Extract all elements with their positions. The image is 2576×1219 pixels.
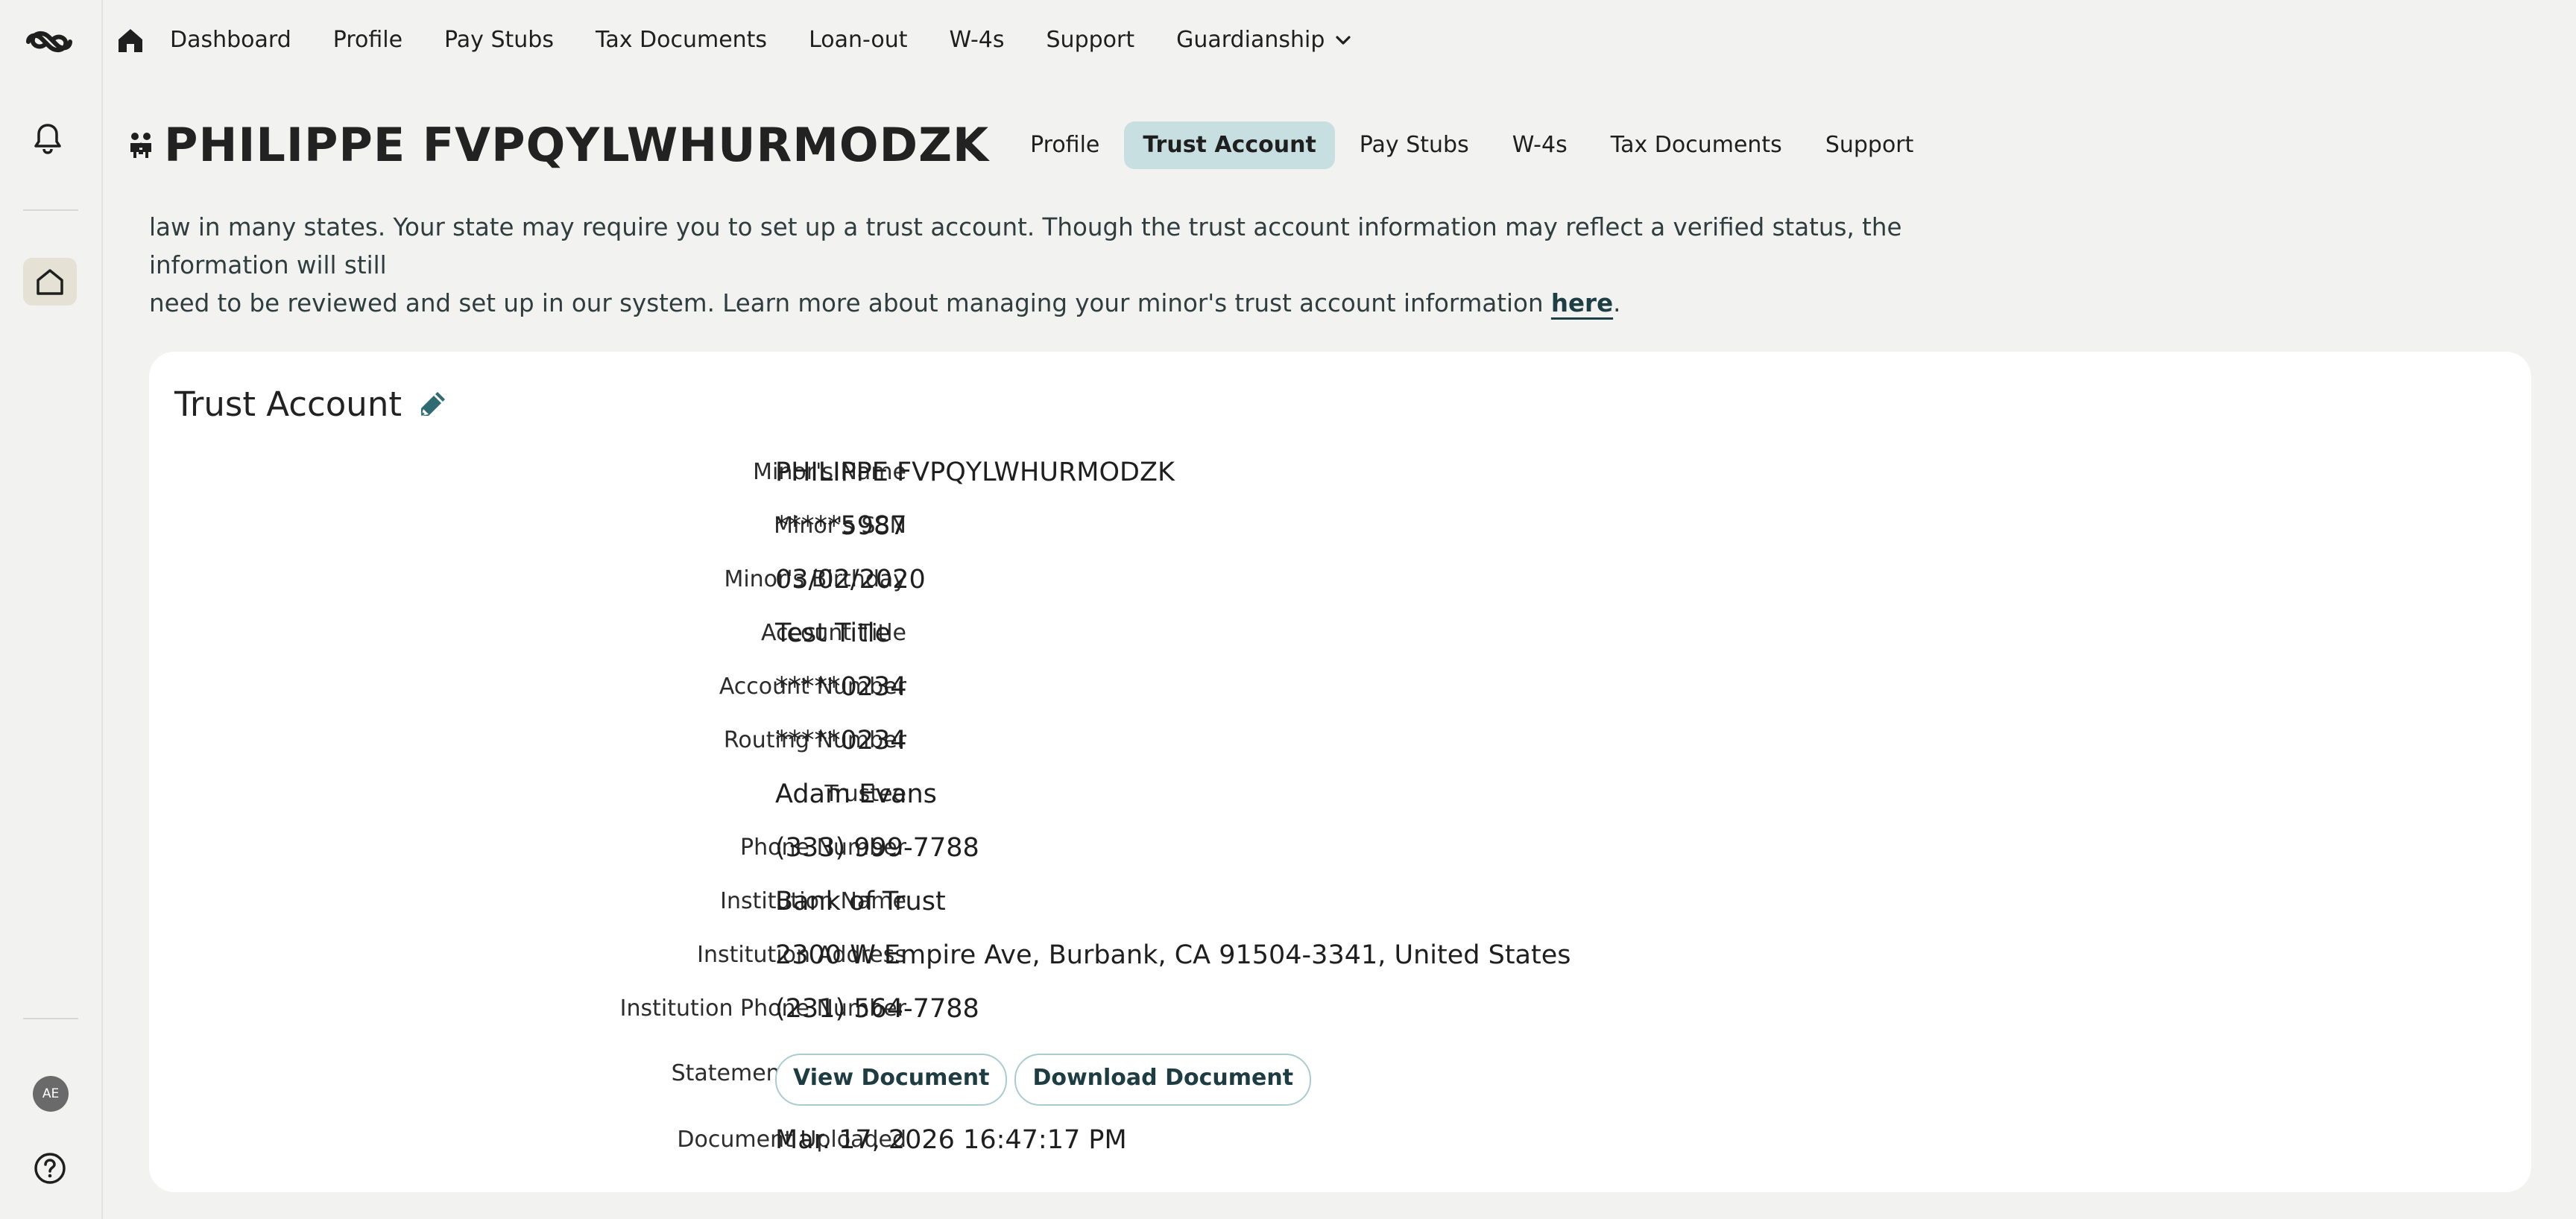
field-value: Mar. 17, 2026 16:47:17 PM bbox=[775, 1125, 1127, 1155]
field-trustee: Trustee Adam Evans bbox=[149, 772, 2531, 817]
chevron-down-icon bbox=[1336, 36, 1351, 45]
side-rail: AE bbox=[0, 0, 103, 1219]
download-document-button[interactable]: Download Document bbox=[1014, 1054, 1312, 1106]
learn-more-link[interactable]: here bbox=[1551, 289, 1613, 317]
notice-line-2-text: need to be reviewed and set up in our sy… bbox=[149, 289, 1551, 317]
nav-tax-documents[interactable]: Tax Documents bbox=[575, 24, 788, 57]
field-minor-name: Minor's Name PHILIPPE FVPQYLWHURMODZK bbox=[149, 450, 2531, 495]
rail-divider bbox=[23, 1018, 78, 1019]
notice-line-2: need to be reviewed and set up in our sy… bbox=[149, 285, 1983, 323]
card-title: Trust Account bbox=[174, 384, 449, 424]
field-value: PHILIPPE FVPQYLWHURMODZK bbox=[775, 457, 1175, 487]
top-navigation: Dashboard Profile Pay Stubs Tax Document… bbox=[101, 0, 2576, 80]
field-institution-address: Institution Address 2300 W Empire Ave, B… bbox=[149, 933, 2531, 978]
page-title: PHILIPPE FVPQYLWHURMODZK bbox=[164, 118, 990, 172]
avatar[interactable]: AE bbox=[33, 1076, 69, 1112]
nav-support[interactable]: Support bbox=[1026, 24, 1156, 57]
field-account-title: Account Title Test Title bbox=[149, 611, 2531, 656]
tab-support[interactable]: Support bbox=[1807, 121, 1933, 169]
field-phone-number: Phone Number (333) 999-7788 bbox=[149, 826, 2531, 870]
view-document-button[interactable]: View Document bbox=[775, 1054, 1008, 1106]
nav-w4s[interactable]: W-4s bbox=[929, 24, 1026, 57]
family-icon bbox=[130, 132, 151, 158]
field-minor-birthday: Minor's Birthday 03/02/2020 bbox=[149, 557, 2531, 602]
rail-divider bbox=[23, 209, 78, 211]
help-icon[interactable] bbox=[33, 1151, 67, 1185]
trust-account-notice: law in many states. Your state may requi… bbox=[149, 209, 1983, 323]
field-value: Bank of Trust bbox=[775, 887, 946, 916]
home-icon[interactable] bbox=[116, 27, 145, 54]
home-icon bbox=[37, 269, 63, 295]
field-institution-name: Institution Name Bank of Trust bbox=[149, 879, 2531, 924]
field-value: 03/02/2020 bbox=[775, 565, 926, 595]
field-value: Adam Evans bbox=[775, 779, 937, 809]
field-value: 2300 W Empire Ave, Burbank, CA 91504-334… bbox=[775, 940, 1571, 970]
nav-profile[interactable]: Profile bbox=[312, 24, 423, 57]
notice-line-2-suffix: . bbox=[1613, 289, 1621, 317]
field-document-uploaded: Document Uploaded Mar. 17, 2026 16:47:17… bbox=[149, 1118, 2531, 1162]
tab-profile[interactable]: Profile bbox=[1011, 121, 1118, 169]
field-minor-ssn: Minor's SSN *****5987 bbox=[149, 504, 2531, 548]
field-value: *****5987 bbox=[775, 511, 907, 541]
field-value: *****0234 bbox=[775, 726, 907, 756]
field-value: Test Title bbox=[775, 618, 891, 648]
statement-actions: View Document Download Document bbox=[775, 1049, 1319, 1106]
brand-logo-icon[interactable] bbox=[22, 27, 76, 57]
guardianship-header: PHILIPPE FVPQYLWHURMODZK Profile Trust A… bbox=[128, 118, 1932, 172]
field-value: (231) 564-7788 bbox=[775, 994, 979, 1024]
trust-account-card: Trust Account Minor's Name PHILIPPE FVPQ… bbox=[149, 352, 2531, 1192]
nav-loan-out[interactable]: Loan-out bbox=[788, 24, 928, 57]
card-title-text: Trust Account bbox=[174, 384, 402, 424]
top-nav-links: Dashboard Profile Pay Stubs Tax Document… bbox=[170, 24, 1372, 57]
nav-guardianship-dropdown[interactable]: Guardianship bbox=[1155, 24, 1372, 57]
tab-w4s[interactable]: W-4s bbox=[1494, 121, 1586, 169]
edit-pencil-icon[interactable] bbox=[415, 387, 449, 422]
field-value: *****0234 bbox=[775, 672, 907, 702]
field-routing-number: Routing Number *****0234 bbox=[149, 718, 2531, 763]
tab-tax-documents[interactable]: Tax Documents bbox=[1592, 121, 1801, 169]
nav-dashboard[interactable]: Dashboard bbox=[170, 24, 312, 57]
field-value: (333) 999-7788 bbox=[775, 833, 979, 863]
notice-line-1: law in many states. Your state may requi… bbox=[149, 213, 1902, 279]
field-institution-phone: Institution Phone Number (231) 564-7788 bbox=[149, 987, 2531, 1031]
field-account-number: Account Number *****0234 bbox=[149, 665, 2531, 709]
nav-pay-stubs[interactable]: Pay Stubs bbox=[423, 24, 575, 57]
nav-guardianship-label: Guardianship bbox=[1176, 27, 1325, 53]
bell-icon[interactable] bbox=[33, 122, 63, 155]
rail-home-button[interactable] bbox=[23, 258, 77, 305]
field-statement-of-trustee: Statement of Trustee View DocumentDownlo… bbox=[149, 1046, 2531, 1106]
tab-trust-account[interactable]: Trust Account bbox=[1124, 121, 1335, 169]
sub-tabs: Profile Trust Account Pay Stubs W-4s Tax… bbox=[1011, 121, 1932, 169]
tab-pay-stubs[interactable]: Pay Stubs bbox=[1341, 121, 1488, 169]
